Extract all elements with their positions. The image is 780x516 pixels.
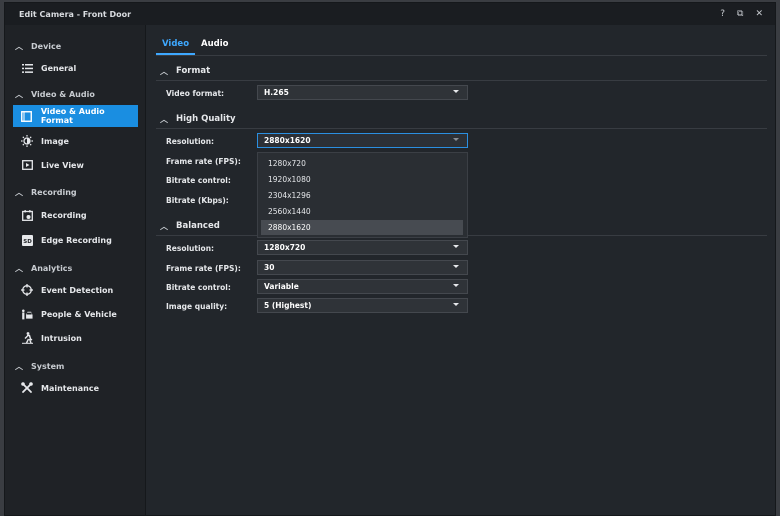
bal-frame-rate-label: Frame rate (FPS):: [166, 263, 241, 273]
caret-down-icon: [453, 265, 459, 268]
close-icon[interactable]: ✕: [755, 9, 763, 19]
hq-resolution-select[interactable]: 2880x1620: [257, 133, 468, 148]
edit-camera-window: Edit Camera - Front Door ? ⧉ ✕ ︿ Device …: [4, 2, 776, 516]
restore-window-icon[interactable]: ⧉: [737, 9, 743, 19]
tab-divider: [156, 55, 767, 56]
people-vehicle-icon: [21, 308, 33, 320]
sidebar-section-system[interactable]: ︿ System: [15, 359, 64, 373]
svg-text:SD: SD: [23, 239, 32, 245]
bal-resolution-label: Resolution:: [166, 243, 215, 253]
dropdown-option[interactable]: 2560x1440: [261, 204, 463, 219]
bal-bitrate-control-label: Bitrate control:: [166, 282, 231, 292]
caret-down-icon: [453, 138, 459, 141]
chevron-up-icon: ︿: [15, 187, 23, 197]
hq-bitrate-control-label: Bitrate control:: [166, 175, 231, 185]
group-format[interactable]: ︿ Format: [160, 64, 210, 78]
caret-down-icon: [453, 284, 459, 287]
tab-bar: Video Audio: [156, 35, 235, 55]
recording-icon: [21, 209, 33, 221]
sidebar-item-maintenance[interactable]: Maintenance: [13, 377, 138, 399]
tools-icon: [21, 382, 33, 394]
title-bar: Edit Camera - Front Door ? ⧉ ✕: [5, 3, 775, 25]
chevron-up-icon: ︿: [15, 263, 23, 273]
chevron-up-icon: ︿: [160, 221, 168, 231]
dropdown-option[interactable]: 1280x720: [261, 156, 463, 171]
bal-image-quality-select[interactable]: 5 (Highest): [257, 298, 468, 313]
live-view-icon: [21, 159, 33, 171]
sidebar-item-event-detection[interactable]: Event Detection: [13, 279, 138, 301]
caret-down-icon: [453, 303, 459, 306]
hq-resolution-label: Resolution:: [166, 136, 215, 146]
sidebar-item-recording[interactable]: Recording: [13, 204, 138, 226]
sidebar-section-recording[interactable]: ︿ Recording: [15, 185, 77, 199]
settings-content: Video Audio ︿ Format Video format: H.265…: [146, 25, 775, 515]
group-divider: [156, 128, 767, 129]
help-icon[interactable]: ?: [720, 9, 725, 19]
sidebar-item-image[interactable]: Image: [13, 130, 138, 152]
tab-audio[interactable]: Audio: [195, 35, 234, 55]
bal-bitrate-control-select[interactable]: Variable: [257, 279, 468, 294]
dropdown-option[interactable]: 1920x1080: [261, 172, 463, 187]
video-format-label: Video format:: [166, 88, 225, 98]
sidebar-section-video-audio[interactable]: ︿ Video & Audio: [15, 87, 95, 101]
sidebar-item-live-view[interactable]: Live View: [13, 154, 138, 176]
video-format-icon: [21, 110, 33, 122]
group-balanced[interactable]: ︿ Balanced: [160, 219, 220, 233]
sidebar-section-analytics[interactable]: ︿ Analytics: [15, 261, 72, 275]
hq-frame-rate-label: Frame rate (FPS):: [166, 156, 241, 166]
sidebar-item-video-audio-format[interactable]: Video & Audio Format: [13, 105, 138, 127]
caret-down-icon: [453, 90, 459, 93]
sidebar-item-people-vehicle[interactable]: People & Vehicle: [13, 303, 138, 325]
hq-bitrate-label: Bitrate (Kbps):: [166, 195, 229, 205]
tab-video[interactable]: Video: [156, 35, 196, 55]
chevron-up-icon: ︿: [15, 41, 23, 51]
dropdown-option[interactable]: 2304x1296: [261, 188, 463, 203]
dropdown-option-selected[interactable]: 2880x1620: [261, 220, 463, 235]
chevron-up-icon: ︿: [15, 89, 23, 99]
window-title: Edit Camera - Front Door: [19, 9, 132, 19]
video-format-select[interactable]: H.265: [257, 85, 468, 100]
bal-frame-rate-select[interactable]: 30: [257, 260, 468, 275]
sidebar-item-edge-recording[interactable]: SD Edge Recording: [13, 229, 138, 251]
sidebar-item-intrusion[interactable]: Intrusion: [13, 327, 138, 349]
chevron-up-icon: ︿: [160, 114, 168, 124]
group-high-quality[interactable]: ︿ High Quality: [160, 112, 236, 126]
caret-down-icon: [453, 245, 459, 248]
resolution-dropdown-menu: 1280x720 1920x1080 2304x1296 2560x1440 2…: [257, 152, 468, 238]
sd-card-icon: SD: [21, 234, 33, 246]
sidebar-item-general[interactable]: General: [13, 57, 138, 79]
sidebar-section-device[interactable]: ︿ Device: [15, 39, 61, 53]
brightness-icon: [21, 135, 33, 147]
intrusion-icon: [21, 332, 33, 344]
group-divider: [156, 80, 767, 81]
list-icon: [21, 62, 33, 74]
chevron-up-icon: ︿: [160, 66, 168, 76]
bal-image-quality-label: Image quality:: [166, 301, 228, 311]
bal-resolution-select[interactable]: 1280x720: [257, 240, 468, 255]
chevron-up-icon: ︿: [15, 361, 23, 371]
settings-sidebar: ︿ Device General ︿ Video & Audio Video &…: [5, 25, 146, 515]
crosshair-icon: [21, 284, 33, 296]
